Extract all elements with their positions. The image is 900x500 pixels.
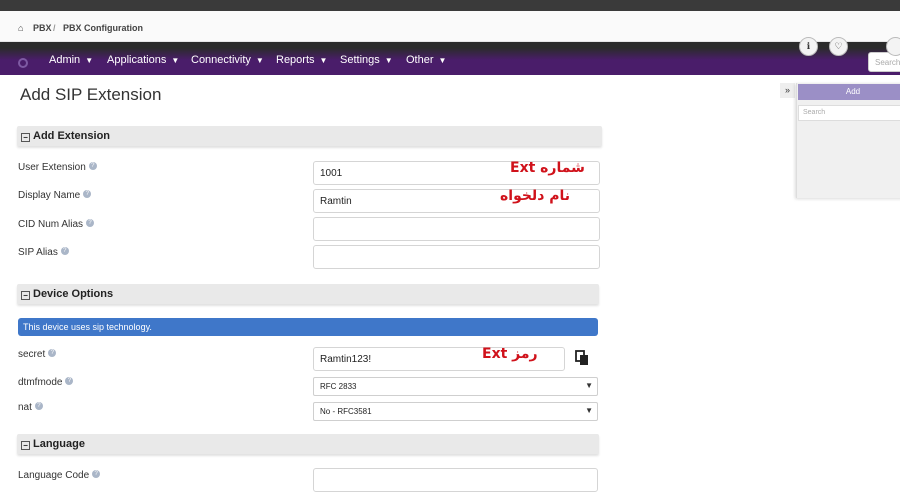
- help-icon[interactable]: ?: [88, 162, 97, 170]
- nat-label: nat?: [18, 402, 43, 413]
- dropdown-arrow-icon: ▼: [585, 381, 593, 390]
- help-icon[interactable]: ?: [34, 402, 43, 410]
- collapse-icon[interactable]: −: [21, 133, 30, 142]
- side-panel-toggle[interactable]: »: [780, 83, 795, 98]
- help-icon[interactable]: ?: [86, 219, 95, 227]
- chevron-down-icon: ▼: [438, 55, 447, 65]
- section-language[interactable]: − Language: [17, 434, 599, 454]
- sip-alias-label: SIP Alias?: [18, 247, 69, 258]
- chevron-down-icon: ▼: [85, 55, 94, 65]
- annotation-ext-number: شماره Ext: [510, 160, 585, 176]
- breadcrumb: ⌂ PBX / PBX Configuration: [0, 11, 900, 42]
- home-icon[interactable]: ⌂: [18, 23, 23, 33]
- breadcrumb-separator: /: [53, 23, 56, 33]
- side-panel: [796, 83, 900, 198]
- collapse-icon[interactable]: −: [21, 441, 30, 450]
- annotation-password: رمز Ext: [482, 346, 538, 362]
- breadcrumb-pbx-configuration[interactable]: PBX Configuration: [63, 23, 143, 33]
- info-bar: This device uses sip technology.: [18, 318, 598, 336]
- collapse-icon[interactable]: −: [21, 291, 30, 300]
- sip-alias-input[interactable]: [313, 245, 600, 269]
- language-code-label: Language Code?: [18, 470, 101, 481]
- dtmfmode-label: dtmfmode?: [18, 377, 74, 388]
- page-title: Add SIP Extension: [20, 85, 162, 104]
- logo-icon[interactable]: [18, 58, 28, 68]
- dtmfmode-select[interactable]: RFC 2833 ▼: [313, 377, 598, 396]
- section-add-extension[interactable]: − Add Extension: [17, 126, 602, 146]
- nat-select[interactable]: No - RFC3581 ▼: [313, 402, 598, 421]
- chevron-down-icon: ▼: [171, 55, 180, 65]
- breadcrumb-pbx[interactable]: PBX: [33, 23, 52, 33]
- nav-admin[interactable]: Admin ▼: [49, 54, 93, 66]
- help-icon[interactable]: ?: [65, 377, 74, 385]
- top-strip: [0, 0, 900, 11]
- cid-num-alias-input[interactable]: [313, 217, 600, 241]
- main-navbar: Admin ▼ Applications ▼ Connectivity ▼ Repor…: [0, 42, 900, 75]
- copy-icon[interactable]: [574, 350, 590, 366]
- nav-settings[interactable]: Settings ▼: [340, 54, 393, 66]
- nav-applications[interactable]: Applications ▼: [107, 54, 179, 66]
- display-name-label: Display Name?: [18, 190, 92, 201]
- nav-reports[interactable]: Reports ▼: [276, 54, 327, 66]
- help-icon[interactable]: ?: [60, 247, 69, 255]
- secret-label: secret?: [18, 349, 57, 360]
- help-icon[interactable]: ?: [83, 190, 92, 198]
- chevron-down-icon: ▼: [384, 55, 393, 65]
- help-icon[interactable]: ?: [92, 470, 101, 478]
- chevron-down-icon: ▼: [255, 55, 264, 65]
- side-add-button[interactable]: Add: [798, 84, 900, 100]
- nav-other[interactable]: Other ▼: [406, 54, 446, 66]
- user-icon[interactable]: [886, 37, 900, 56]
- nav-connectivity[interactable]: Connectivity ▼: [191, 54, 264, 66]
- annotation-display-name: نام دلخواه: [500, 188, 571, 204]
- user-extension-label: User Extension?: [18, 162, 97, 173]
- section-device-options[interactable]: − Device Options: [17, 284, 599, 304]
- bell-icon[interactable]: ♡: [829, 37, 848, 56]
- chevron-down-icon: ▼: [319, 55, 328, 65]
- help-icon[interactable]: ?: [48, 349, 57, 357]
- side-search-input[interactable]: Search: [798, 105, 900, 121]
- info-icon[interactable]: ℹ: [799, 37, 818, 56]
- dropdown-arrow-icon: ▼: [585, 406, 593, 415]
- language-code-input[interactable]: [313, 468, 598, 492]
- cid-num-alias-label: CID Num Alias?: [18, 219, 95, 230]
